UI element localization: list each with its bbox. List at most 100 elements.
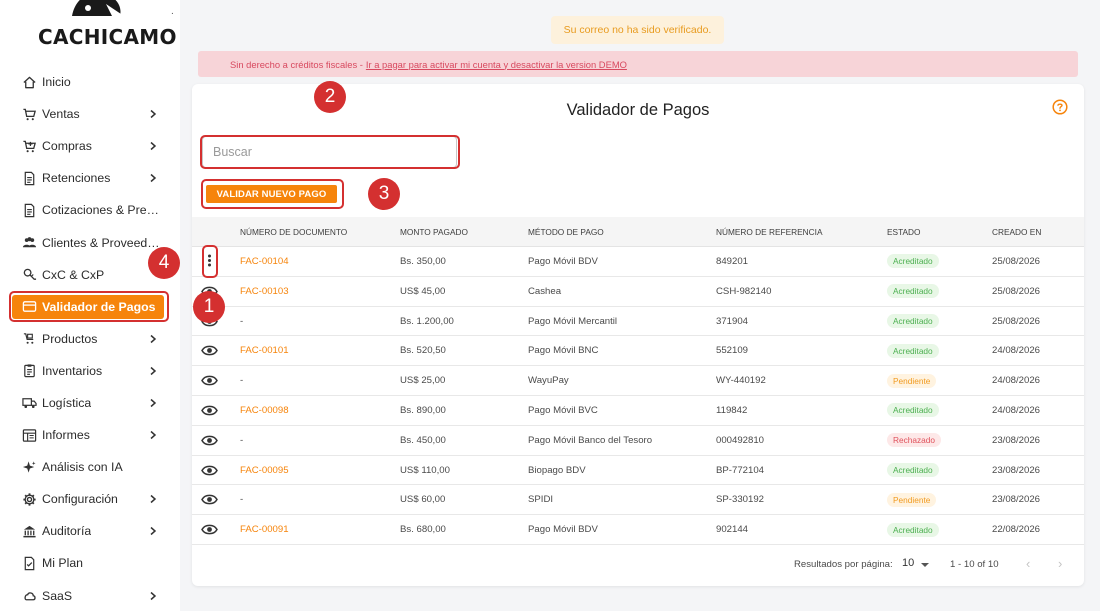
status-badge: Acreditado [887, 522, 939, 537]
reference-number: 902144 [716, 524, 749, 536]
amount-paid: Bs. 680,00 [400, 524, 446, 536]
sidebar-item-inventarios[interactable]: Inventarios [0, 355, 180, 387]
search-input[interactable] [202, 136, 457, 168]
created-at: 25/08/2026 [992, 285, 1041, 297]
reference-number: 000492810 [716, 434, 765, 446]
payment-method: SPIDI [528, 494, 554, 506]
table-row: FAC-00101 Bs. 520,50 Pago Móvil BNC 552109 A… [192, 336, 1084, 367]
sidebar-item-informes[interactable]: Informes [0, 419, 180, 451]
help-icon[interactable] [1052, 99, 1068, 115]
sidebar-item-mi-plan[interactable]: Mi Plan [0, 547, 180, 579]
eye-icon[interactable] [201, 404, 218, 417]
validate-new-payment-button[interactable]: VALIDAR NUEVO PAGO [206, 185, 337, 203]
document-number[interactable]: FAC-00101 [240, 336, 289, 366]
clipboard-icon [21, 363, 37, 379]
home-icon [21, 74, 37, 90]
column-header-metodo[interactable]: MÉTODO DE PAGO [528, 217, 604, 247]
document-number[interactable]: FAC-00095 [240, 456, 289, 486]
status-badge: Acreditado [887, 403, 939, 418]
payment-method: Pago Móvil Mercantil [528, 315, 618, 327]
chevron-right-icon [150, 495, 157, 504]
table-body: FAC-00104 Bs. 350,00 Pago Móvil BDV 849201 A… [192, 247, 1084, 545]
status-badge: Pendiente [887, 492, 937, 507]
table-row: - US$ 60,00 SPIDI SP-330192 Pendiente 23/08/2… [192, 485, 1084, 516]
document-icon [21, 202, 37, 218]
sidebar-item-label: Ventas [42, 107, 80, 122]
sidebar-item-validador-de-pagos[interactable]: Validador de Pagos [0, 291, 180, 323]
payment-method: Cashea [528, 285, 562, 297]
sidebar-item-auditoría[interactable]: Auditoría [0, 515, 180, 547]
activate-account-link[interactable]: Ir a pagar para activar mi cuenta y desa… [366, 59, 627, 70]
column-header-referencia[interactable]: NÚMERO DE REFERENCIA [716, 217, 823, 247]
reference-number: CSH-982140 [716, 285, 772, 297]
table-row: - Bs. 450,00 Pago Móvil Banco del Tesoro 00… [192, 426, 1084, 456]
document-number[interactable]: FAC-00091 [240, 515, 289, 545]
sidebar-item-configuración[interactable]: Configuración [0, 483, 180, 515]
amount-paid: US$ 45,00 [400, 285, 446, 297]
sidebar-item-productos[interactable]: Productos [0, 323, 180, 355]
document-icon [21, 170, 37, 186]
eye-icon[interactable] [201, 464, 218, 477]
reference-number: 849201 [716, 256, 749, 267]
table-row: - Bs. 1.200,00 Pago Móvil Mercantil 371904 A… [192, 307, 1084, 337]
sidebar: CACHICAMO . Inicio Ventas Compras Retencion… [0, 0, 180, 611]
report-icon [21, 427, 37, 443]
email-verify-text: Su correo no ha sido verificado. [563, 24, 712, 36]
sidebar-item-ventas[interactable]: Ventas [0, 98, 180, 130]
truck-icon [21, 395, 37, 411]
table-row: FAC-00104 Bs. 350,00 Pago Móvil BDV 849201 A… [192, 247, 1084, 277]
created-at: 24/08/2026 [992, 404, 1041, 416]
accounts-icon [21, 267, 37, 283]
sidebar-item-análisis-con-ia[interactable]: Análisis con IA [0, 451, 180, 483]
sidebar-item-label: Validador de Pagos [42, 299, 156, 314]
sidebar-item-saas[interactable]: SaaS [0, 580, 180, 611]
status-cell: Acreditado [887, 456, 939, 486]
chevron-left-icon[interactable]: ‹ [1026, 557, 1036, 570]
sidebar-item-retenciones[interactable]: Retenciones [0, 162, 180, 194]
column-header-documento[interactable]: NÚMERO DE DOCUMENTO [240, 217, 347, 247]
table-row: FAC-00103 US$ 45,00 Cashea CSH-982140 Acredi… [192, 277, 1084, 307]
sparkle-icon [21, 459, 37, 475]
status-cell: Acreditado [887, 277, 939, 307]
amount-paid: Bs. 350,00 [400, 256, 446, 267]
document-number[interactable]: FAC-00098 [240, 396, 289, 426]
document-number[interactable]: FAC-00104 [240, 247, 289, 277]
rows-per-page-select[interactable]: 10 [902, 557, 914, 569]
chevron-right-icon [150, 431, 157, 440]
brand-name: CACHICAMO [38, 25, 177, 49]
brand-logo[interactable]: CACHICAMO . [38, 0, 178, 50]
sidebar-item-label: Inicio [42, 75, 71, 90]
table-row: FAC-00098 Bs. 890,00 Pago Móvil BVC 119842 A… [192, 396, 1084, 426]
status-cell: Pendiente [887, 485, 937, 515]
amount-paid: Bs. 1.200,00 [400, 315, 454, 327]
eye-icon[interactable] [201, 493, 218, 506]
created-at: 24/08/2026 [992, 345, 1041, 357]
eye-icon[interactable] [201, 523, 218, 536]
sidebar-item-logística[interactable]: Logística [0, 387, 180, 419]
status-badge: Acreditado [887, 314, 939, 329]
eye-icon[interactable] [201, 434, 218, 447]
column-header-monto[interactable]: MONTO PAGADO [400, 217, 468, 247]
eye-icon[interactable] [201, 344, 218, 357]
column-header-creado[interactable]: CREADO EN [992, 217, 1041, 247]
sidebar-item-label: Clientes & Proveedores [42, 235, 164, 250]
annotation-marker-4: 4 [148, 247, 180, 279]
payment-method: WayuPay [528, 375, 569, 387]
more-vertical-icon[interactable] [201, 254, 218, 267]
cart-icon [21, 106, 37, 122]
fiscal-alert-text: Sin derecho a créditos fiscales - [230, 58, 363, 70]
sidebar-item-label: SaaS [42, 588, 73, 603]
created-at: 25/08/2026 [992, 315, 1041, 327]
chevron-right-icon [150, 366, 157, 375]
column-header-estado[interactable]: ESTADO [887, 217, 921, 247]
status-badge: Pendiente [887, 373, 937, 388]
caret-down-icon[interactable] [921, 563, 929, 567]
sidebar-item-cotizaciones-presu[interactable]: Cotizaciones & Presu... [0, 194, 180, 226]
eye-icon[interactable] [201, 374, 218, 387]
amount-paid: Bs. 520,50 [400, 345, 446, 357]
sidebar-item-label: Cotizaciones & Presu... [42, 203, 164, 218]
chevron-right-icon[interactable]: › [1058, 557, 1068, 570]
document-number[interactable]: FAC-00103 [240, 277, 289, 307]
sidebar-item-inicio[interactable]: Inicio [0, 66, 180, 98]
sidebar-item-compras[interactable]: Compras [0, 130, 180, 162]
